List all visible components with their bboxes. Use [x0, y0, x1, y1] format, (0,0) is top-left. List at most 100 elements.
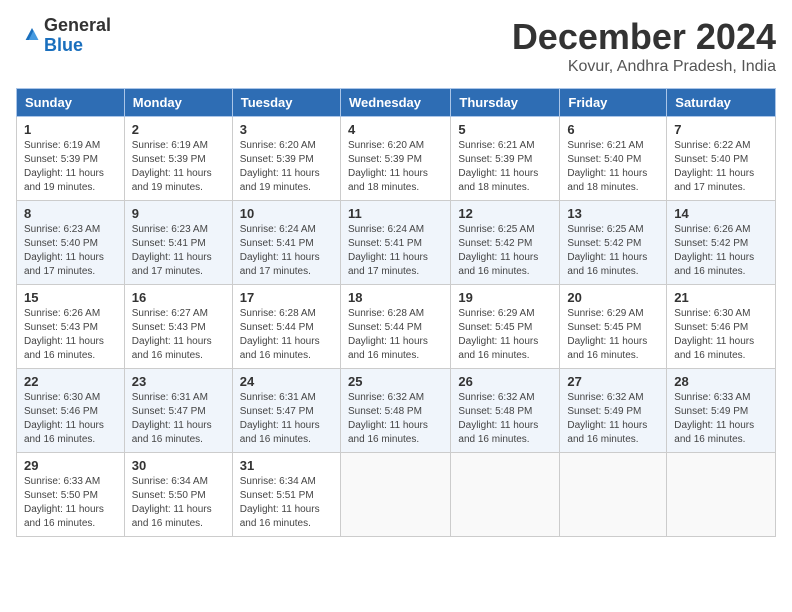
- table-row: [560, 453, 667, 537]
- day-number: 9: [132, 206, 225, 221]
- table-row: 27Sunrise: 6:32 AM Sunset: 5:49 PM Dayli…: [560, 369, 667, 453]
- day-info: Sunrise: 6:30 AM Sunset: 5:46 PM Dayligh…: [24, 391, 117, 447]
- day-number: 16: [132, 290, 225, 305]
- day-number: 25: [348, 374, 443, 389]
- table-row: 6 Sunrise: 6:21 AM Sunset: 5:40 PM Daylig…: [560, 117, 667, 201]
- day-number: 4: [348, 122, 443, 137]
- day-number: 14: [674, 206, 768, 221]
- table-row: 2 Sunrise: 6:19 AM Sunset: 5:39 PM Daylig…: [124, 117, 232, 201]
- day-number: 31: [240, 458, 333, 473]
- table-row: 26 Sunrise: 6:32 AM Sunset: 5:48 PM Dayli…: [451, 369, 560, 453]
- table-row: 3 Sunrise: 6:20 AM Sunset: 5:39 PM Daylig…: [232, 117, 340, 201]
- table-row: 14 Sunrise: 6:26 AM Sunset: 5:42 PM Dayli…: [667, 201, 776, 285]
- day-number: 24: [240, 374, 333, 389]
- day-number: 26: [458, 374, 552, 389]
- location: Kovur, Andhra Pradesh, India: [512, 58, 776, 76]
- col-monday: Monday: [124, 89, 232, 117]
- table-row: 15Sunrise: 6:26 AM Sunset: 5:43 PM Dayli…: [17, 285, 125, 369]
- table-row: 18Sunrise: 6:28 AM Sunset: 5:44 PM Dayli…: [340, 285, 450, 369]
- day-info: Sunrise: 6:24 AM Sunset: 5:41 PM Dayligh…: [348, 223, 443, 279]
- day-info: Sunrise: 6:33 AM Sunset: 5:50 PM Dayligh…: [24, 475, 117, 531]
- day-number: 28: [674, 374, 768, 389]
- day-info: Sunrise: 6:23 AM Sunset: 5:40 PM Dayligh…: [24, 223, 117, 279]
- table-row: 8 Sunrise: 6:23 AM Sunset: 5:40 PM Daylig…: [17, 201, 125, 285]
- day-number: 6: [567, 122, 659, 137]
- calendar-header-row: Sunday Monday Tuesday Wednesday Thursday…: [17, 89, 776, 117]
- day-number: 18: [348, 290, 443, 305]
- logo: General Blue: [16, 16, 111, 56]
- table-row: 20Sunrise: 6:29 AM Sunset: 5:45 PM Dayli…: [560, 285, 667, 369]
- table-row: [667, 453, 776, 537]
- col-saturday: Saturday: [667, 89, 776, 117]
- day-number: 23: [132, 374, 225, 389]
- table-row: 13 Sunrise: 6:25 AM Sunset: 5:42 PM Dayli…: [560, 201, 667, 285]
- day-number: 22: [24, 374, 117, 389]
- day-number: 1: [24, 122, 117, 137]
- col-sunday: Sunday: [17, 89, 125, 117]
- day-number: 5: [458, 122, 552, 137]
- title-block: December 2024 Kovur, Andhra Pradesh, Ind…: [512, 16, 776, 76]
- table-row: 28 Sunrise: 6:33 AM Sunset: 5:49 PM Dayli…: [667, 369, 776, 453]
- table-row: 31 Sunrise: 6:34 AM Sunset: 5:51 PM Dayli…: [232, 453, 340, 537]
- day-info: Sunrise: 6:28 AM Sunset: 5:44 PM Dayligh…: [240, 307, 333, 363]
- col-friday: Friday: [560, 89, 667, 117]
- day-number: 3: [240, 122, 333, 137]
- table-row: 23 Sunrise: 6:31 AM Sunset: 5:47 PM Dayli…: [124, 369, 232, 453]
- day-info: Sunrise: 6:31 AM Sunset: 5:47 PM Dayligh…: [132, 391, 225, 447]
- table-row: 12Sunrise: 6:25 AM Sunset: 5:42 PM Dayli…: [451, 201, 560, 285]
- calendar-table: Sunday Monday Tuesday Wednesday Thursday…: [16, 88, 776, 537]
- day-info: Sunrise: 6:27 AM Sunset: 5:43 PM Dayligh…: [132, 307, 225, 363]
- table-row: 24 Sunrise: 6:31 AM Sunset: 5:47 PM Dayli…: [232, 369, 340, 453]
- day-number: 11: [348, 206, 443, 221]
- col-thursday: Thursday: [451, 89, 560, 117]
- month-title: December 2024: [512, 16, 776, 58]
- day-number: 12: [458, 206, 552, 221]
- calendar-week-row: 1 Sunrise: 6:19 AM Sunset: 5:39 PM Daylig…: [17, 117, 776, 201]
- day-info: Sunrise: 6:32 AM Sunset: 5:48 PM Dayligh…: [458, 391, 552, 447]
- col-tuesday: Tuesday: [232, 89, 340, 117]
- table-row: 1 Sunrise: 6:19 AM Sunset: 5:39 PM Daylig…: [17, 117, 125, 201]
- day-number: 30: [132, 458, 225, 473]
- day-info: Sunrise: 6:19 AM Sunset: 5:39 PM Dayligh…: [24, 139, 117, 195]
- table-row: 29 Sunrise: 6:33 AM Sunset: 5:50 PM Dayli…: [17, 453, 125, 537]
- day-info: Sunrise: 6:23 AM Sunset: 5:41 PM Dayligh…: [132, 223, 225, 279]
- day-info: Sunrise: 6:32 AM Sunset: 5:48 PM Dayligh…: [348, 391, 443, 447]
- day-info: Sunrise: 6:19 AM Sunset: 5:39 PM Dayligh…: [132, 139, 225, 195]
- table-row: 11 Sunrise: 6:24 AM Sunset: 5:41 PM Dayli…: [340, 201, 450, 285]
- day-number: 29: [24, 458, 117, 473]
- day-number: 2: [132, 122, 225, 137]
- day-info: Sunrise: 6:30 AM Sunset: 5:46 PM Dayligh…: [674, 307, 768, 363]
- table-row: 7Sunrise: 6:22 AM Sunset: 5:40 PM Daylig…: [667, 117, 776, 201]
- calendar-week-row: 15Sunrise: 6:26 AM Sunset: 5:43 PM Dayli…: [17, 285, 776, 369]
- table-row: [451, 453, 560, 537]
- table-row: 25 Sunrise: 6:32 AM Sunset: 5:48 PM Dayli…: [340, 369, 450, 453]
- table-row: 16 Sunrise: 6:27 AM Sunset: 5:43 PM Dayli…: [124, 285, 232, 369]
- day-number: 19: [458, 290, 552, 305]
- day-info: Sunrise: 6:25 AM Sunset: 5:42 PM Dayligh…: [567, 223, 659, 279]
- day-number: 13: [567, 206, 659, 221]
- table-row: 17Sunrise: 6:28 AM Sunset: 5:44 PM Dayli…: [232, 285, 340, 369]
- table-row: 30 Sunrise: 6:34 AM Sunset: 5:50 PM Dayli…: [124, 453, 232, 537]
- table-row: 22 Sunrise: 6:30 AM Sunset: 5:46 PM Dayli…: [17, 369, 125, 453]
- day-number: 20: [567, 290, 659, 305]
- day-info: Sunrise: 6:22 AM Sunset: 5:40 PM Dayligh…: [674, 139, 768, 195]
- day-info: Sunrise: 6:33 AM Sunset: 5:49 PM Dayligh…: [674, 391, 768, 447]
- day-number: 21: [674, 290, 768, 305]
- table-row: 10Sunrise: 6:24 AM Sunset: 5:41 PM Dayli…: [232, 201, 340, 285]
- day-info: Sunrise: 6:20 AM Sunset: 5:39 PM Dayligh…: [348, 139, 443, 195]
- day-info: Sunrise: 6:31 AM Sunset: 5:47 PM Dayligh…: [240, 391, 333, 447]
- table-row: [340, 453, 450, 537]
- day-info: Sunrise: 6:26 AM Sunset: 5:43 PM Dayligh…: [24, 307, 117, 363]
- day-info: Sunrise: 6:21 AM Sunset: 5:40 PM Dayligh…: [567, 139, 659, 195]
- day-info: Sunrise: 6:26 AM Sunset: 5:42 PM Dayligh…: [674, 223, 768, 279]
- page-header: General Blue December 2024 Kovur, Andhra…: [16, 16, 776, 76]
- logo-text: General Blue: [44, 16, 111, 56]
- day-number: 8: [24, 206, 117, 221]
- day-info: Sunrise: 6:34 AM Sunset: 5:50 PM Dayligh…: [132, 475, 225, 531]
- table-row: 5Sunrise: 6:21 AM Sunset: 5:39 PM Daylig…: [451, 117, 560, 201]
- table-row: 4 Sunrise: 6:20 AM Sunset: 5:39 PM Daylig…: [340, 117, 450, 201]
- logo-icon: [16, 24, 40, 48]
- table-row: 19Sunrise: 6:29 AM Sunset: 5:45 PM Dayli…: [451, 285, 560, 369]
- day-info: Sunrise: 6:20 AM Sunset: 5:39 PM Dayligh…: [240, 139, 333, 195]
- day-info: Sunrise: 6:34 AM Sunset: 5:51 PM Dayligh…: [240, 475, 333, 531]
